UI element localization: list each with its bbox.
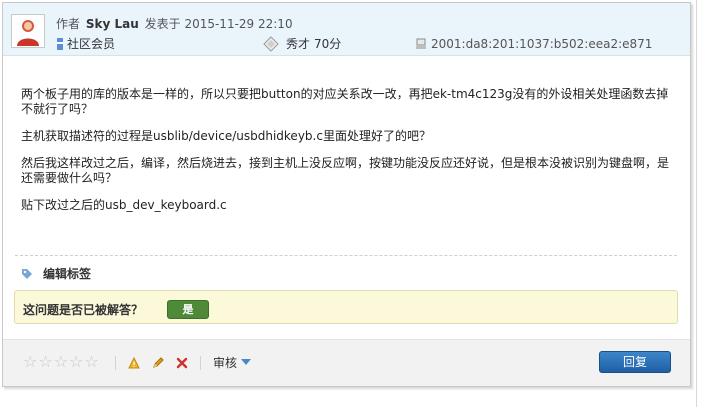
body-paragraph: 然后我这样改过之后，编译，然后烧进去，接到主机上没反应啊，按键功能没反应还好说，… [21,156,670,185]
edit-tags[interactable]: 编辑标签 [21,265,91,282]
star-icon[interactable]: ☆ [38,353,52,371]
post-actions: 审核 [115,354,252,371]
reputation-points: 70分 [314,37,342,51]
reputation-label: 秀才 [286,37,311,51]
star-icon[interactable]: ☆ [54,353,68,371]
body-paragraph: 贴下改过之后的usb_dev_keyboard.c [21,198,227,212]
tag-icon [22,268,32,279]
post-meta: 作者 Sky Lau 发表于 2015-11-29 22:10 [56,15,293,32]
reputation-badge-icon [263,35,279,52]
author-link[interactable]: Sky Lau [86,17,139,31]
star-icon[interactable]: ☆ [23,353,37,371]
answered-box: 这问题是否已被解答？ 是 [14,290,678,324]
body-paragraph: 两个板子用的库的版本是一样的，所以只要把button的对应关系改一改，再把ek-… [21,87,669,116]
ip-icon [416,38,426,49]
post-footer: ☆ ☆ ☆ ☆ ☆ 审核 回复 [3,339,690,386]
delete-icon[interactable] [176,357,188,369]
star-icon[interactable]: ☆ [69,353,83,371]
rating-stars: ☆ ☆ ☆ ☆ ☆ [23,353,99,371]
answered-question: 这问题是否已被解答？ [23,303,144,317]
rank-icon [57,37,63,50]
separator [115,355,116,370]
edit-pencil-icon[interactable] [152,356,164,369]
user-rank: 社区会员 [56,35,115,52]
separator [200,355,201,370]
forum-post: 作者 Sky Lau 发表于 2015-11-29 22:10 社区会员 秀才 … [2,2,691,387]
chevron-down-icon[interactable] [241,359,252,366]
author-prefix: 作者 [56,17,81,31]
ip-address: 2001:da8:201:1037:b502:eea2:e871 [415,37,652,51]
edit-tags-label[interactable]: 编辑标签 [43,265,91,282]
posted-prefix: 发表于 [144,17,181,31]
reply-button[interactable]: 回复 [599,351,671,373]
divider [15,255,677,256]
post-header: 作者 Sky Lau 发表于 2015-11-29 22:10 社区会员 秀才 … [3,3,690,56]
ip-value: 2001:da8:201:1037:b502:eea2:e871 [431,37,653,51]
user-avatar-icon [17,20,39,46]
post-date: 2015-11-29 22:10 [184,17,293,31]
review-dropdown[interactable]: 审核 [213,354,252,371]
star-icon[interactable]: ☆ [84,353,98,371]
yes-button[interactable]: 是 [167,300,209,319]
warning-icon[interactable] [128,356,140,369]
review-label[interactable]: 审核 [213,354,237,371]
page-edge-line [696,0,697,407]
rank-label: 社区会员 [67,37,116,51]
body-paragraph: 主机获取描述符的过程是usblib/device/usbdhidkeyb.c里面… [21,129,431,143]
user-avatar[interactable] [11,14,45,48]
reputation: 秀才 70分 [263,35,341,52]
post-body: 两个板子用的库的版本是一样的，所以只要把button的对应关系改一改，再把ek-… [21,87,671,225]
